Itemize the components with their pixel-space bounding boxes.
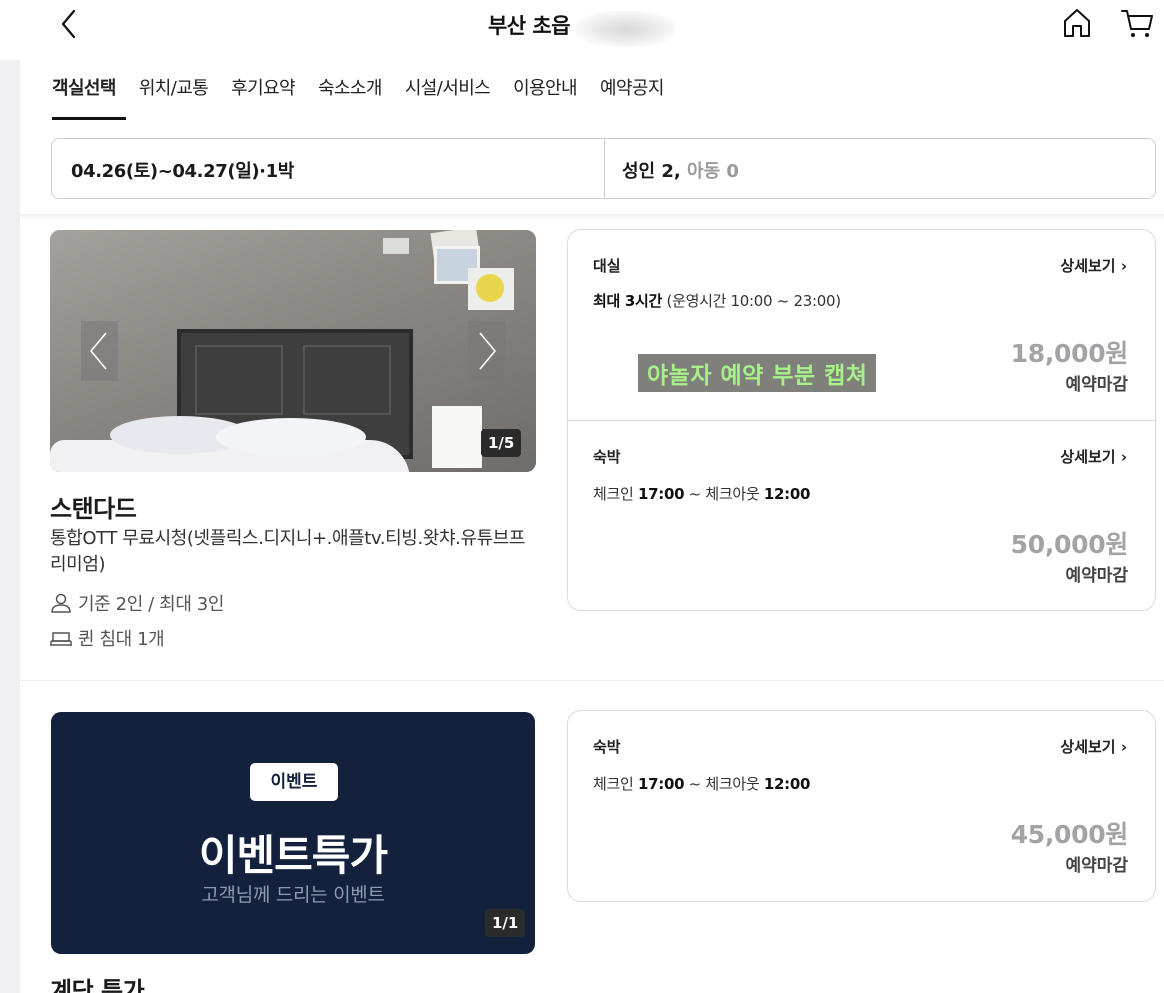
stay-selector: 04.26(토)~04.27(일)·1박 성인 2, 아동 0 [51,138,1156,199]
child-count: 아동 0 [687,161,739,182]
tab-review-summary[interactable]: 후기요약 [231,74,295,122]
offer-type: 숙박 [593,448,621,466]
home-icon [1064,9,1090,37]
offer-type: 숙박 [593,738,621,756]
carousel-next-button[interactable] [468,321,505,381]
home-button[interactable] [1058,4,1096,42]
person-icon [51,593,71,613]
chevron-right-icon [479,332,497,370]
offer-price: 45,000원 [1010,820,1129,849]
section-tabs: 객실선택 위치/교통 후기요약 숙소소개 시설/서비스 이용안내 예약공지 [52,74,687,122]
capacity-text: 기준 2인 / 최대 3인 [78,594,225,615]
detail-link[interactable]: 상세보기 › [1060,446,1127,467]
room-capacity: 기준 2인 / 최대 3인 [50,590,224,616]
detail-link[interactable]: 상세보기 › [1060,736,1127,757]
blurred-title-suffix [576,10,677,47]
room-divider [20,680,1164,681]
offer-status: 예약마감 [1065,375,1128,395]
image-counter: 1/1 [485,909,526,937]
detail-link[interactable]: 상세보기 › [1060,255,1127,276]
event-title: 이벤트특가 [198,831,388,880]
offer-type: 대실 [593,257,621,275]
cart-button[interactable] [1118,4,1156,42]
left-gutter [0,60,20,993]
tab-reservation-notice[interactable]: 예약공지 [600,74,664,122]
guest-selector[interactable]: 성인 2, 아동 0 [605,139,1155,198]
event-banner[interactable]: 이벤트 이벤트특가 고객님께 드리는 이벤트 1/1 [51,712,535,954]
bed-text: 퀸 침대 1개 [78,629,165,650]
carousel-prev-button[interactable] [81,321,118,381]
room-name: 계단 특가 [50,977,145,993]
adult-count: 성인 2, [622,161,681,182]
tab-intro[interactable]: 숙소소개 [318,74,382,122]
room-offers-card: 숙박 상세보기 › 체크인 17:00 ~ 체크아웃 12:00 45,000원… [567,710,1156,902]
tab-room-select[interactable]: 객실선택 [52,74,126,122]
room-photo-carousel[interactable]: 1/5 [50,230,536,472]
date-selector[interactable]: 04.26(토)~04.27(일)·1박 [52,139,605,198]
event-subtitle: 고객님께 드리는 이벤트 [201,884,385,906]
tab-location[interactable]: 위치/교통 [139,74,209,122]
chevron-left-icon [89,332,107,370]
offer-detail: 체크인 17:00 ~ 체크아웃 12:00 [593,775,811,793]
offer-status: 예약마감 [1065,856,1128,876]
tab-facilities[interactable]: 시설/서비스 [405,74,491,122]
notice-paper [432,406,482,468]
page-title: 부산 초읍 [487,14,571,38]
offer-daytime[interactable]: 대실 상세보기 › 최대 3시간 (운영시간 10:00 ~ 23:00) 야놀… [568,230,1155,420]
offer-detail: 최대 3시간 (운영시간 10:00 ~ 23:00) [593,292,841,310]
room-offers-card: 대실 상세보기 › 최대 3시간 (운영시간 10:00 ~ 23:00) 야놀… [567,229,1156,611]
offer-price: 18,000원 [1010,339,1129,368]
cart-icon [1121,10,1153,37]
room-bed: 퀸 침대 1개 [50,625,165,651]
offer-detail: 체크인 17:00 ~ 체크아웃 12:00 [593,485,811,503]
smiley-art [476,274,504,302]
top-bar: 부산 초읍 [0,0,1164,56]
page-title-wrap: 부산 초읍 [0,10,1164,47]
room-name: 스탠다드 [50,495,137,523]
header-shadow [20,214,1164,219]
overlay-caption: 야놀자 예약 부분 캡쳐 [638,354,877,392]
offer-overnight[interactable]: 숙박 상세보기 › 체크인 17:00 ~ 체크아웃 12:00 50,000원… [568,420,1155,610]
tab-usage-info[interactable]: 이용안내 [513,74,577,122]
bed-icon [50,632,72,646]
offer-status: 예약마감 [1065,566,1128,586]
event-badge: 이벤트 [250,763,338,801]
offer-price: 50,000원 [1010,530,1129,559]
room-description: 통합OTT 무료시청(넷플릭스.디지니+.애플tv.티빙.왓챠.유튜브프리미엄) [50,528,526,575]
image-counter: 1/5 [481,429,522,457]
offer-overnight[interactable]: 숙박 상세보기 › 체크인 17:00 ~ 체크아웃 12:00 45,000원… [568,711,1155,901]
